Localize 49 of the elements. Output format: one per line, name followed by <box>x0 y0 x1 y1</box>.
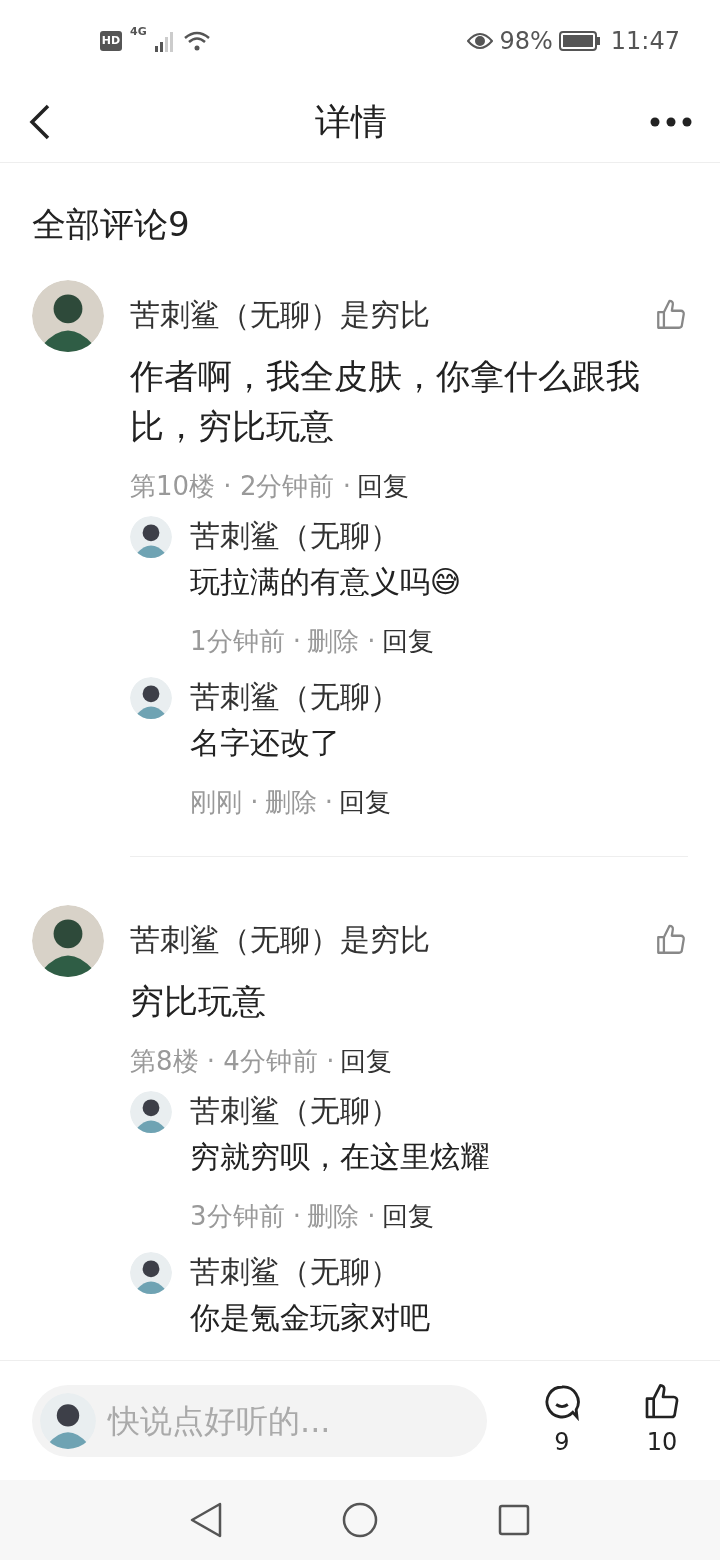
reply-time: 3分钟前 · <box>190 1200 302 1233</box>
section-title: 全部评论9 <box>31 203 191 246</box>
battery-icon <box>558 31 601 51</box>
action-count: 9 <box>554 1426 570 1458</box>
reply-author: 苦刺鲨（无聊） <box>190 1253 401 1291</box>
battery-percent: 98% <box>499 26 553 57</box>
avatar <box>130 516 172 558</box>
signal-icon <box>154 30 175 52</box>
reply-link[interactable]: 回复 <box>356 467 409 506</box>
more-icon[interactable] <box>650 117 692 127</box>
home-nav-icon[interactable] <box>342 1502 378 1538</box>
reply-link[interactable]: 回复 <box>340 1042 393 1081</box>
comment-text: 作者啊，我全皮肤，你拿什么跟我比，穷比玩意 <box>130 355 641 448</box>
reply-link[interactable]: 回复 <box>339 783 392 822</box>
wifi-icon <box>182 30 211 52</box>
reply-author: 苦刺鲨（无聊） <box>190 1092 401 1130</box>
avatar <box>130 677 172 719</box>
reply-time: 刚刚 · <box>190 786 259 819</box>
action-count: 10 <box>646 1426 678 1458</box>
reply-text: 你是氪金玩家对吧 <box>190 1299 430 1337</box>
avatar <box>130 1091 172 1133</box>
reply-text: 玩拉满的有意义吗😅 <box>190 563 462 601</box>
back-icon[interactable] <box>28 104 52 140</box>
comment-text: 穷比玩意 <box>130 980 267 1023</box>
avatar <box>32 280 104 352</box>
reply-link[interactable]: 回复 <box>381 1197 434 1236</box>
avatar <box>130 1252 172 1294</box>
input-placeholder: 快说点好听的... <box>108 1400 331 1442</box>
avatar <box>40 1392 96 1449</box>
thumbs-up-icon[interactable] <box>654 922 688 957</box>
reply-link[interactable]: 回复 <box>381 622 434 661</box>
comment-author: 苦刺鲨（无聊）是穷比 <box>130 921 430 959</box>
comment-meta: 第10楼 · 2分钟前 · <box>130 470 351 503</box>
thumbs-up-icon[interactable] <box>654 297 688 332</box>
reply-text: 穷就穷呗，在这里炫耀 <box>190 1138 490 1176</box>
comment-meta: 第8楼 · 4分钟前 · <box>130 1045 335 1078</box>
recents-nav-icon[interactable] <box>498 1504 530 1536</box>
eye-icon <box>467 32 494 50</box>
comment-author: 苦刺鲨（无聊）是穷比 <box>130 296 430 334</box>
back-nav-icon[interactable] <box>190 1502 222 1538</box>
reply-author: 苦刺鲨（无聊） <box>190 678 400 716</box>
clock: 11:47 <box>610 26 680 57</box>
page-title: 详情 <box>315 100 387 144</box>
network-type: 4G <box>130 24 147 40</box>
reply-time: 1分钟前 · <box>190 625 302 658</box>
hd-icon: HD <box>100 31 122 51</box>
reply-text: 名字还改了 <box>190 724 341 762</box>
avatar <box>32 905 104 977</box>
reply-author: 苦刺鲨（无聊） <box>190 517 401 555</box>
